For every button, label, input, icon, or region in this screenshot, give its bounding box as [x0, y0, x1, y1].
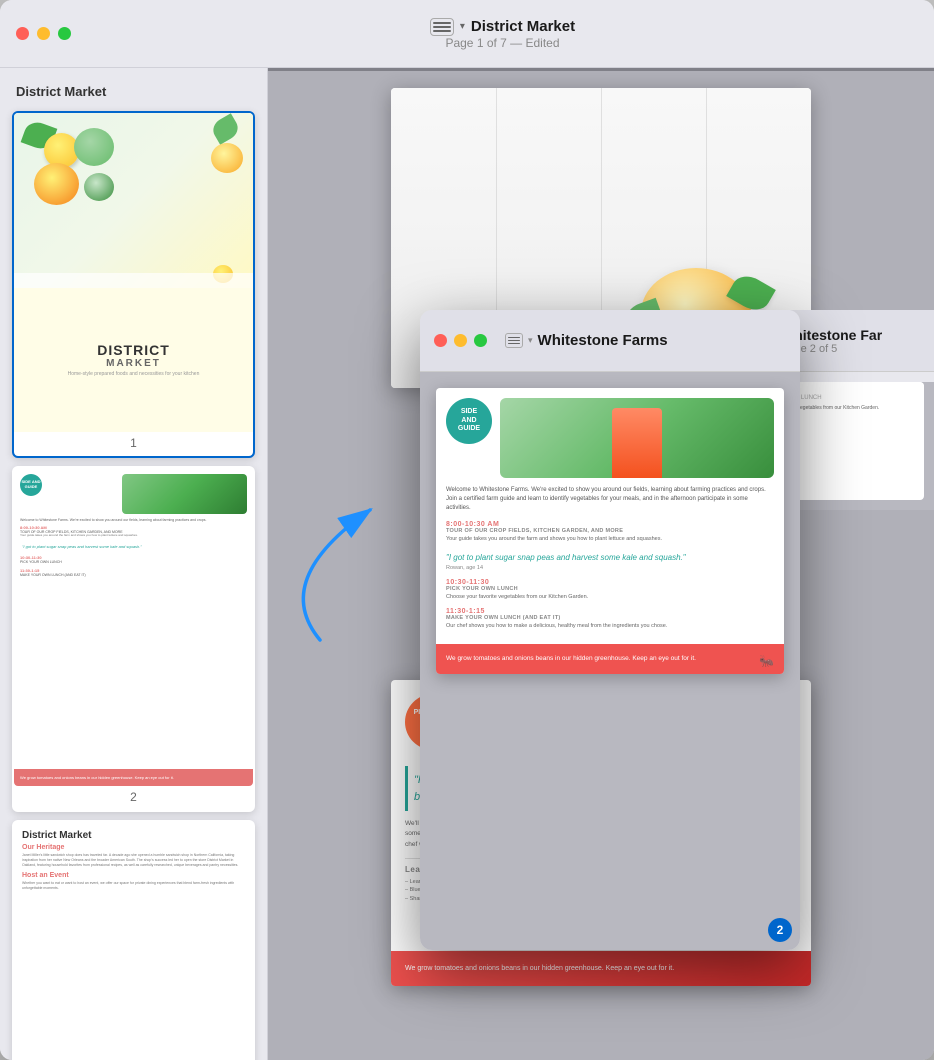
- wf-teal-circle: SIDEANDGUIDE: [446, 398, 492, 444]
- main-window: ▾ District Market Page 1 of 7 — Edited D…: [0, 0, 934, 1060]
- thumb3-subtitle: Our Heritage: [22, 844, 245, 851]
- sidebar: District Market: [0, 68, 268, 1060]
- chevron-down-icon: ▾: [460, 21, 465, 32]
- schedule-item-3: 11:30-1:15 MAKE YOUR OWN LUNCH (AND EAT …: [20, 568, 247, 577]
- thumb2-photo: [122, 474, 247, 514]
- thumb3-event-body: Whether you want to eat or want to host …: [22, 881, 245, 891]
- sec-minimize-button[interactable]: [454, 334, 467, 347]
- thumb-2-content: SIDE ANDGUIDE Welcome to Whitestone Farm…: [14, 468, 253, 787]
- page2-footer: We grow tomatoes and onions beans in our…: [391, 951, 811, 986]
- close-button[interactable]: [16, 27, 29, 40]
- wf-time-1: 8:00-10:30 AM: [446, 521, 774, 528]
- maximize-button[interactable]: [58, 27, 71, 40]
- wf-schedule-3: 11:30-1:15 MAKE YOUR OWN LUNCH (AND EAT …: [446, 608, 774, 631]
- thumb3-title: District Market: [22, 830, 245, 841]
- window-controls: [0, 27, 71, 40]
- sec-title-center: ▾ Whitestone Farms: [497, 332, 786, 349]
- sec-window-title: Whitestone Farms: [538, 332, 668, 349]
- wf-body: Welcome to Whitestone Farms. We're excit…: [436, 478, 784, 644]
- main-separator: [268, 68, 934, 71]
- wf-schedule-1: 8:00-10:30 AM TOUR OF OUR CROP FIELDS, K…: [446, 521, 774, 544]
- wf-footer-text: We grow tomatoes and onions beans in our…: [446, 654, 774, 664]
- schedule-item-1: 8:00-10:30 AM TOUR OF OUR CROP FIELDS, K…: [20, 525, 247, 538]
- wf-label-1: TOUR OF OUR CROP FIELDS, KITCHEN GARDEN,…: [446, 528, 774, 534]
- wf-quote-text: "I got to plant sugar snap peas and harv…: [446, 552, 774, 563]
- wf-quote-attr: Rowan, age 14: [446, 565, 774, 571]
- wf-footer: We grow tomatoes and onions beans in our…: [436, 644, 784, 674]
- thumb-1-image: [14, 113, 253, 288]
- wf-quote: "I got to plant sugar snap peas and harv…: [446, 552, 774, 571]
- thumb2-quote: "I got to plant sugar snap peas and harv…: [20, 542, 247, 551]
- schedule-label-2: PICK YOUR OWN LUNCH: [20, 560, 247, 564]
- thumb-1-cover: DISTRICT MARKET Home-style prepared food…: [14, 113, 253, 432]
- wf-header-photo: [500, 398, 774, 478]
- thumb-3-text: District Market Our Heritage Janet Mille…: [14, 822, 253, 1060]
- schedule-desc-1: Your guide takes you around the farm and…: [20, 534, 247, 538]
- page-num-2: 2: [14, 786, 253, 810]
- thumb3-event-title: Host an Event: [22, 872, 245, 879]
- thumb3-body: Janet Miller's little sandwich shop does…: [22, 853, 245, 868]
- title-top-row: ▾ District Market: [430, 18, 575, 36]
- page-badge: 2: [768, 918, 792, 942]
- schedule-item-2: 10:30-11:30 PICK YOUR OWN LUNCH: [20, 555, 247, 564]
- page-thumbnail-2[interactable]: SIDE ANDGUIDE Welcome to Whitestone Farm…: [12, 466, 255, 813]
- sidebar-toggle-icon[interactable]: [430, 18, 454, 36]
- main-window-subtitle: Page 1 of 7 — Edited: [445, 36, 559, 50]
- wf-person-silhouette: [612, 408, 662, 478]
- title-bar: ▾ District Market Page 1 of 7 — Edited: [0, 0, 934, 68]
- page-thumbnail-1[interactable]: DISTRICT MARKET Home-style prepared food…: [12, 111, 255, 458]
- wf-desc-1: Your guide takes you around the farm and…: [446, 536, 774, 544]
- sidebar-title: District Market: [12, 84, 255, 99]
- cover-title: DISTRICT: [97, 342, 170, 358]
- main-window-title: District Market: [471, 18, 575, 35]
- cover-tagline: Home-style prepared foods and necessitie…: [68, 371, 200, 377]
- wf-circle-text: SIDEANDGUIDE: [458, 408, 480, 433]
- sec-title-row: ▾ Whitestone Farms: [505, 332, 668, 349]
- thumb2-circle-text: SIDE ANDGUIDE: [22, 480, 41, 489]
- page-thumbnail-3[interactable]: District Market Our Heritage Janet Mille…: [12, 820, 255, 1060]
- wf-schedule-2: 10:30-11:30 PICK YOUR OWN LUNCH Choose y…: [446, 579, 774, 602]
- page-num-1: 1: [14, 432, 253, 456]
- wf-page-header: SIDEANDGUIDE: [436, 388, 784, 478]
- thumb-1-content: DISTRICT MARKET Home-style prepared food…: [14, 113, 253, 432]
- wf-time-3: 11:30-1:15: [446, 608, 774, 615]
- wf-intro: Welcome to Whitestone Farms. We're excit…: [446, 486, 774, 513]
- wf-page: SIDEANDGUIDE Welcome to Whitestone Farms…: [436, 388, 784, 674]
- wf-desc-2: Choose your favorite vegetables from our…: [446, 594, 774, 602]
- wf-time-2: 10:30-11:30: [446, 579, 774, 586]
- secondary-window: ▾ Whitestone Farms SIDEANDGUIDE: [420, 310, 800, 950]
- thumb-1-text: DISTRICT MARKET Home-style prepared food…: [14, 288, 253, 431]
- wf-desc-3: Our chef shows you how to make a delicio…: [446, 623, 774, 631]
- sec-sidebar-toggle[interactable]: [505, 333, 523, 348]
- thumb2-footer-text: We grow tomatoes and onions beans in our…: [20, 775, 247, 781]
- title-center: ▾ District Market Page 1 of 7 — Edited: [71, 18, 934, 50]
- sec-content: SIDEANDGUIDE Welcome to Whitestone Farms…: [420, 372, 800, 950]
- thumb-3-content: District Market Our Heritage Janet Mille…: [14, 822, 253, 1060]
- thumb2-body: Welcome to Whitestone Farms. We're excit…: [14, 514, 253, 769]
- thumb-2-header: SIDE ANDGUIDE: [14, 468, 253, 514]
- schedule-label-3: MAKE YOUR OWN LUNCH (AND EAT IT): [20, 573, 247, 577]
- sec-maximize-button[interactable]: [474, 334, 487, 347]
- sec-close-button[interactable]: [434, 334, 447, 347]
- cover-subtitle: MARKET: [106, 358, 161, 369]
- sec-window-controls: [434, 334, 487, 347]
- thumb2-quote-text: "I got to plant sugar snap peas and harv…: [22, 544, 245, 549]
- wf-label-3: MAKE YOUR OWN LUNCH (AND EAT IT): [446, 615, 774, 621]
- thumb2-intro: Welcome to Whitestone Farms. We're excit…: [20, 518, 247, 523]
- thumb-2-schedule: SIDE ANDGUIDE Welcome to Whitestone Farm…: [14, 468, 253, 787]
- sec-title-bar: ▾ Whitestone Farms: [420, 310, 800, 372]
- wf-label-2: PICK YOUR OWN LUNCH: [446, 586, 774, 592]
- thumb2-teal-circle: SIDE ANDGUIDE: [20, 474, 42, 496]
- wf-ant-icon: 🐜: [759, 654, 774, 668]
- sec-chevron-icon: ▾: [528, 335, 533, 346]
- minimize-button[interactable]: [37, 27, 50, 40]
- page2-footer-text: We grow tomatoes and onions beans in our…: [405, 963, 797, 974]
- thumb2-footer: We grow tomatoes and onions beans in our…: [14, 769, 253, 787]
